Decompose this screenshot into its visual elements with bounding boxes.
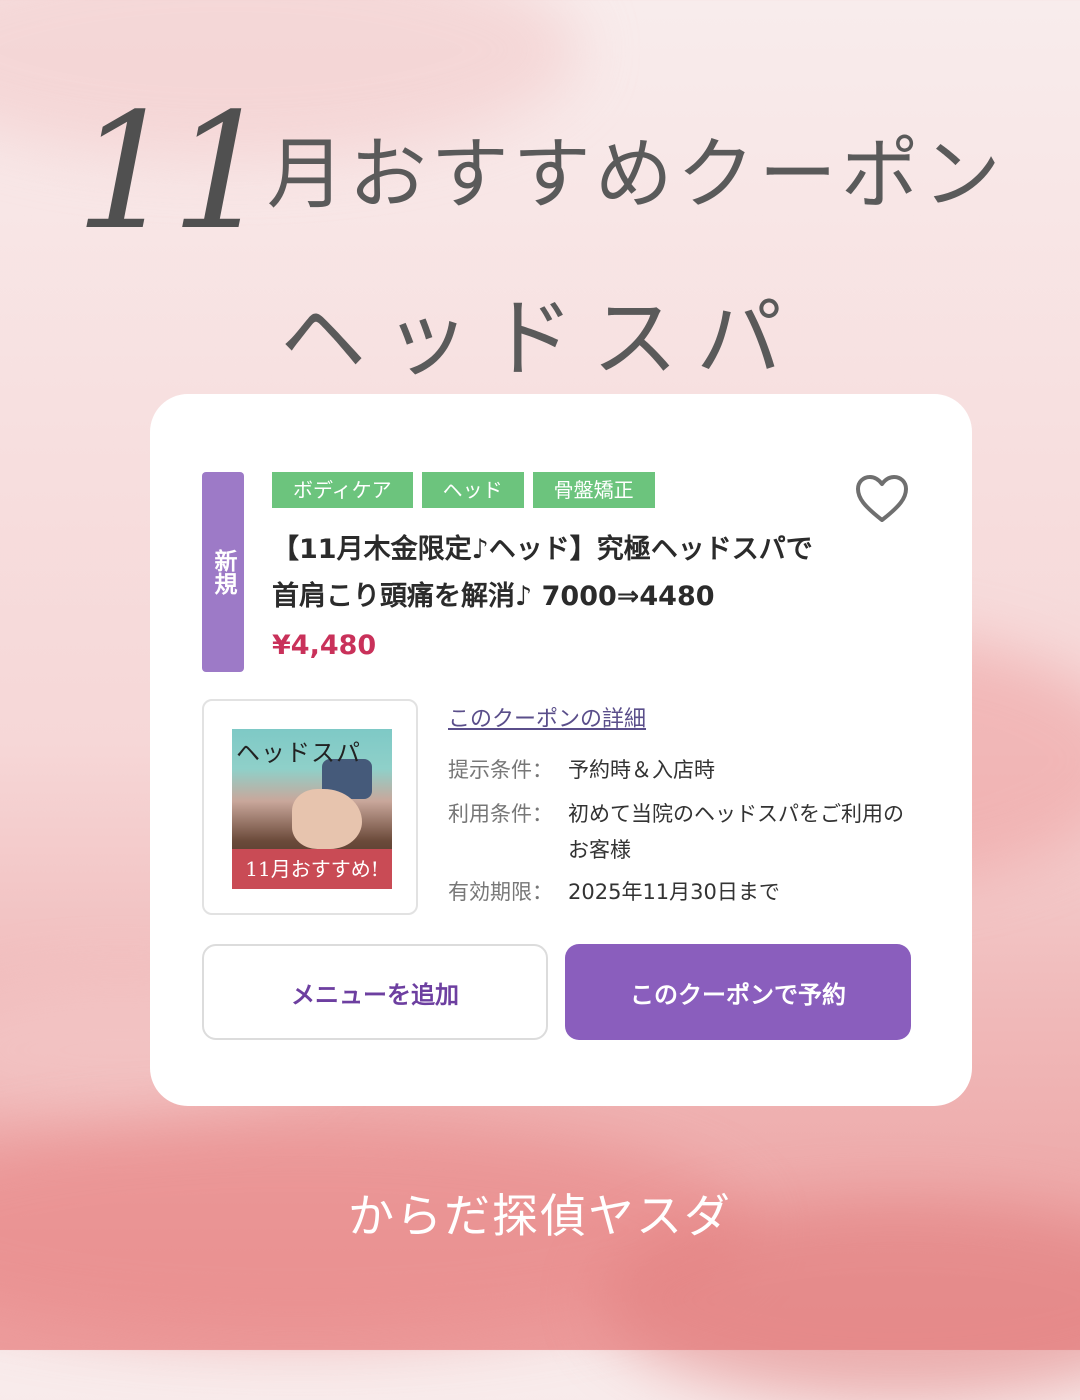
- condition-value: 予約時＆入店時: [568, 758, 715, 782]
- coupon-details-link[interactable]: このクーポンの詳細: [448, 701, 646, 733]
- coupon-card: 新規 ボディケア ヘッド 骨盤矯正 【11月木金限定♪ヘッド】究極ヘッドスパで首…: [150, 394, 972, 1106]
- page-subtitle: ヘッドスパ: [280, 289, 800, 389]
- condition-label: 有効期限：: [448, 880, 553, 904]
- condition-label: 提示条件：: [448, 758, 553, 782]
- condition-row: 有効期限： 2025年11月30日まで: [448, 874, 908, 910]
- coupon-title: 【11月木金限定♪ヘッド】究極ヘッドスパで首肩こり頭痛を解消♪ 7000⇒448…: [272, 534, 813, 612]
- footer-brand: からだ探偵ヤスダ: [348, 1189, 732, 1243]
- thumbnail-image: ヘッドスパ 11月おすすめ!: [232, 729, 392, 889]
- book-with-coupon-button[interactable]: このクーポンで予約: [565, 944, 911, 1040]
- heart-outline-icon[interactable]: [854, 474, 910, 524]
- tag: 骨盤矯正: [532, 472, 655, 508]
- thumbnail-top-text: ヘッドスパ: [236, 739, 361, 767]
- condition-row: 提示条件： 予約時＆入店時: [448, 752, 908, 788]
- condition-row: 利用条件： 初めて当院のヘッドスパをご利用のお客様: [448, 796, 908, 868]
- tag: ヘッド: [421, 472, 524, 508]
- title-text: 月おすすめクーポン: [266, 130, 1005, 220]
- new-badge: 新規: [202, 472, 244, 672]
- coupon-price: ¥4,480: [272, 630, 377, 661]
- add-menu-button[interactable]: メニューを追加: [202, 944, 548, 1040]
- condition-value: 2025年11月30日まで: [568, 880, 780, 904]
- tag: ボディケア: [272, 472, 413, 508]
- title-number: 11: [75, 78, 273, 265]
- page-title: 11 月おすすめクーポン: [0, 82, 1080, 252]
- thumbnail-bottom-text: 11月おすすめ!: [232, 849, 392, 889]
- tag-list: ボディケア ヘッド 骨盤矯正: [272, 472, 655, 508]
- condition-label: 利用条件：: [448, 802, 553, 826]
- condition-value: 初めて当院のヘッドスパをご利用のお客様: [568, 802, 904, 862]
- coupon-thumbnail: ヘッドスパ 11月おすすめ!: [202, 699, 418, 915]
